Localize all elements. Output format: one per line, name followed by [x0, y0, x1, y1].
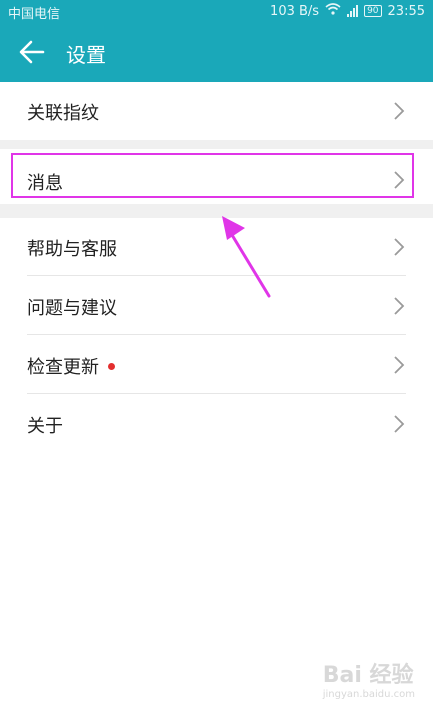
carrier-label: 中国电信	[8, 7, 61, 22]
network-speed: 103 B/s	[270, 3, 320, 19]
red-dot-badge	[108, 362, 115, 370]
chevron-right-icon	[393, 237, 405, 257]
menu-item-check-update[interactable]: 检查更新	[0, 336, 433, 394]
chevron-right-icon	[393, 414, 405, 434]
menu-item-label-wrap: 检查更新	[27, 353, 115, 379]
watermark-text: Bai 经验	[322, 663, 414, 688]
signal-icon	[347, 5, 359, 17]
clock: 23:55	[387, 3, 425, 19]
menu-item-label: 检查更新	[27, 357, 99, 378]
menu-item-label: 帮助与客服	[27, 239, 117, 260]
section-divider	[0, 204, 433, 218]
menu-item-about[interactable]: 关于	[0, 395, 433, 453]
wifi-icon	[325, 3, 341, 19]
chevron-right-icon	[393, 355, 405, 375]
menu-item-label: 关于	[27, 416, 63, 437]
menu-item-feedback[interactable]: 问题与建议	[0, 277, 433, 335]
row-divider	[27, 334, 406, 335]
row-divider	[27, 275, 406, 276]
page-title: 设置	[66, 43, 106, 67]
chevron-right-icon	[393, 296, 405, 316]
chevron-right-icon	[393, 101, 405, 121]
watermark-url: jingyan.baidu.com	[322, 689, 415, 700]
menu-item-help[interactable]: 帮助与客服	[0, 218, 433, 276]
status-icons: 103 B/s 90 23:55	[270, 3, 425, 19]
chevron-right-icon	[393, 170, 405, 190]
battery-icon: 90	[364, 5, 382, 17]
toolbar: 设置	[0, 22, 433, 82]
arrow-left-icon[interactable]	[18, 39, 46, 65]
menu-item-label: 问题与建议	[27, 298, 117, 319]
menu-item-messages[interactable]: 消息	[0, 149, 433, 204]
watermark-logo: Bai 经验 jingyan.baidu.com	[323, 657, 415, 700]
menu-item-label: 消息	[27, 173, 63, 194]
menu-item-label: 关联指纹	[27, 103, 99, 124]
menu-item-fingerprint[interactable]: 关联指纹	[0, 82, 433, 140]
row-divider	[27, 393, 406, 394]
status-bar: 中国电信 103 B/s 90 23:55	[0, 0, 433, 22]
section-divider	[0, 140, 433, 149]
